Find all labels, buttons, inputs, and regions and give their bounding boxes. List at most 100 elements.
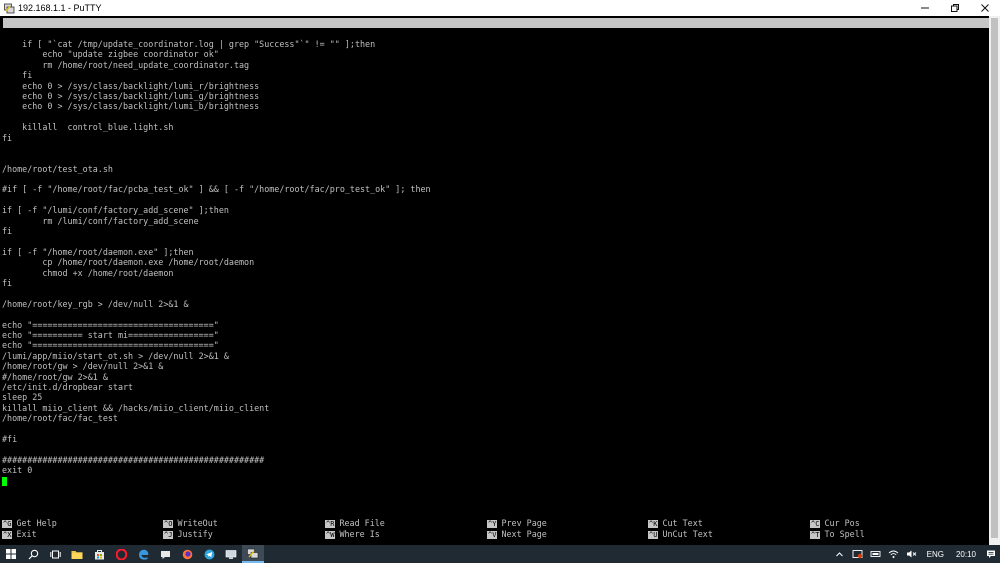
shortcut-item: ^G Get Help	[2, 518, 57, 528]
search-icon	[28, 549, 38, 559]
text-cursor	[2, 477, 7, 486]
search-button[interactable]	[22, 545, 44, 563]
shortcut-key: ^R	[325, 520, 336, 528]
shortcut-label: Next Page	[501, 528, 547, 539]
code-line: if [ "`cat /tmp/update_coordinator.log |…	[2, 39, 376, 49]
shortcut-item: ^X Exit	[2, 529, 37, 539]
vertical-scrollbar[interactable]	[989, 16, 1000, 545]
task-view-icon	[49, 550, 61, 558]
shortcut-item: ^C Cur Pos	[810, 518, 860, 528]
shortcut-item: ^O WriteOut	[163, 518, 218, 528]
nano-shortcut-bar: ^G Get Help ^X Exit ^O WriteOut ^J Justify ^R Rea…	[0, 518, 985, 542]
security-tray-button[interactable]	[849, 545, 867, 563]
shortcut-key: ^O	[163, 520, 174, 528]
scrollbar-thumb[interactable]	[991, 18, 998, 538]
window-title: 192.168.1.1 - PuTTY	[18, 3, 102, 13]
taskbar: ENG 20:10	[0, 545, 1000, 563]
close-button[interactable]	[970, 0, 1000, 16]
store-button[interactable]	[88, 545, 110, 563]
code-line: fi	[2, 70, 33, 81]
input-language[interactable]: ENG	[921, 550, 950, 559]
system-tray: ENG 20:10	[831, 545, 1000, 563]
minimize-button[interactable]	[910, 0, 940, 16]
code-line: echo "==================================…	[2, 340, 219, 351]
code-line: killall miio_client && /hacks/miio_clien…	[2, 402, 270, 413]
code-line: /home/root/gw > /dev/null 2>&1 &	[2, 361, 164, 372]
code-line: #if [ -f "/home/root/fac/pcba_test_ok" ]…	[2, 184, 431, 195]
opera-button[interactable]	[110, 545, 132, 563]
putty-icon	[247, 548, 259, 558]
firefox-button[interactable]	[176, 545, 198, 563]
shortcut-label: Cut Text	[662, 518, 703, 528]
folder-icon	[71, 550, 83, 559]
code-line: /home/root/test_ota.sh	[2, 163, 113, 174]
shortcut-label: Read File	[339, 518, 385, 528]
code-line: #/home/root/gw 2>&1 &	[2, 371, 108, 382]
shortcut-item: ^T To Spell	[810, 529, 865, 539]
code-line: /home/root/key_rgb > /dev/null 2>&1 &	[2, 298, 189, 309]
code-line: if [ -f "/home/root/daemon.exe" ];then	[2, 246, 194, 257]
code-line: exit 0	[2, 465, 33, 476]
edge-button[interactable]	[132, 545, 154, 563]
opera-icon	[115, 548, 127, 560]
shortcut-key: ^Y	[487, 520, 498, 528]
restore-icon	[951, 4, 959, 12]
chevron-up-icon	[836, 551, 843, 556]
telegram-button[interactable]	[198, 545, 220, 563]
security-center-icon	[852, 550, 863, 559]
putty-app-icon[interactable]	[3, 2, 15, 14]
terminal-window[interactable]: GNU nano 2.2.5 File: /etc/rc.local if [ …	[0, 16, 1000, 545]
shortcut-label: Exit	[16, 528, 37, 539]
code-line: echo "update zigbee coordinator ok"	[2, 49, 219, 60]
putty-taskbar-button[interactable]	[242, 545, 264, 563]
nano-version: GNU nano 2.2.5	[11, 28, 81, 38]
code-line: fi	[2, 277, 13, 288]
volume-button[interactable]	[903, 545, 921, 563]
shortcut-key: ^U	[648, 530, 659, 539]
windows-logo-icon	[6, 549, 16, 559]
volume-muted-icon	[907, 550, 917, 558]
shortcut-key: ^V	[487, 530, 498, 539]
code-line: rm /lumi/conf/factory_add_scene	[2, 215, 199, 226]
shortcut-key: ^C	[810, 520, 821, 528]
code-line: cp /home/root/daemon.exe /home/root/daem…	[2, 257, 255, 268]
network-button[interactable]	[885, 545, 903, 563]
device-icon	[870, 551, 881, 557]
window-title-bar[interactable]: 192.168.1.1 - PuTTY	[0, 0, 1000, 16]
shortcut-item: ^R Read File	[325, 518, 385, 528]
wifi-icon	[888, 550, 899, 558]
editor-buffer[interactable]: if [ "`cat /tmp/update_coordinator.log |…	[2, 39, 987, 475]
start-button[interactable]	[0, 545, 22, 563]
action-center-button[interactable]	[982, 545, 1000, 563]
shortcut-key: ^J	[163, 530, 174, 539]
code-line: echo "==================================…	[2, 319, 219, 330]
show-hidden-icons-button[interactable]	[831, 545, 849, 563]
store-bag-icon	[94, 549, 104, 559]
shortcut-label: To Spell	[824, 528, 865, 539]
code-line: if [ -f "/lumi/conf/factory_add_scene" ]…	[2, 205, 229, 216]
task-view-button[interactable]	[44, 545, 66, 563]
taskbar-tray-button[interactable]	[867, 545, 885, 563]
clock[interactable]: 20:10	[950, 550, 982, 559]
close-icon	[981, 4, 989, 12]
code-line: rm /home/root/need_update_coordinator.ta…	[2, 59, 250, 70]
chat-app-button[interactable]	[154, 545, 176, 563]
code-line: echo 0 > /sys/class/backlight/lumi_r/bri…	[2, 80, 260, 91]
code-line: ########################################…	[2, 454, 265, 465]
maximize-button[interactable]	[940, 0, 970, 16]
firefox-icon	[182, 549, 192, 559]
file-explorer-button[interactable]	[66, 545, 88, 563]
shortcut-label: Get Help	[16, 518, 57, 528]
remote-desktop-button[interactable]	[220, 545, 242, 563]
shortcut-item: ^V Next Page	[487, 529, 547, 539]
shortcut-label: Cur Pos	[824, 518, 860, 528]
telegram-icon	[204, 549, 214, 559]
shortcut-label: Justify	[177, 528, 213, 539]
edge-icon	[138, 549, 148, 560]
